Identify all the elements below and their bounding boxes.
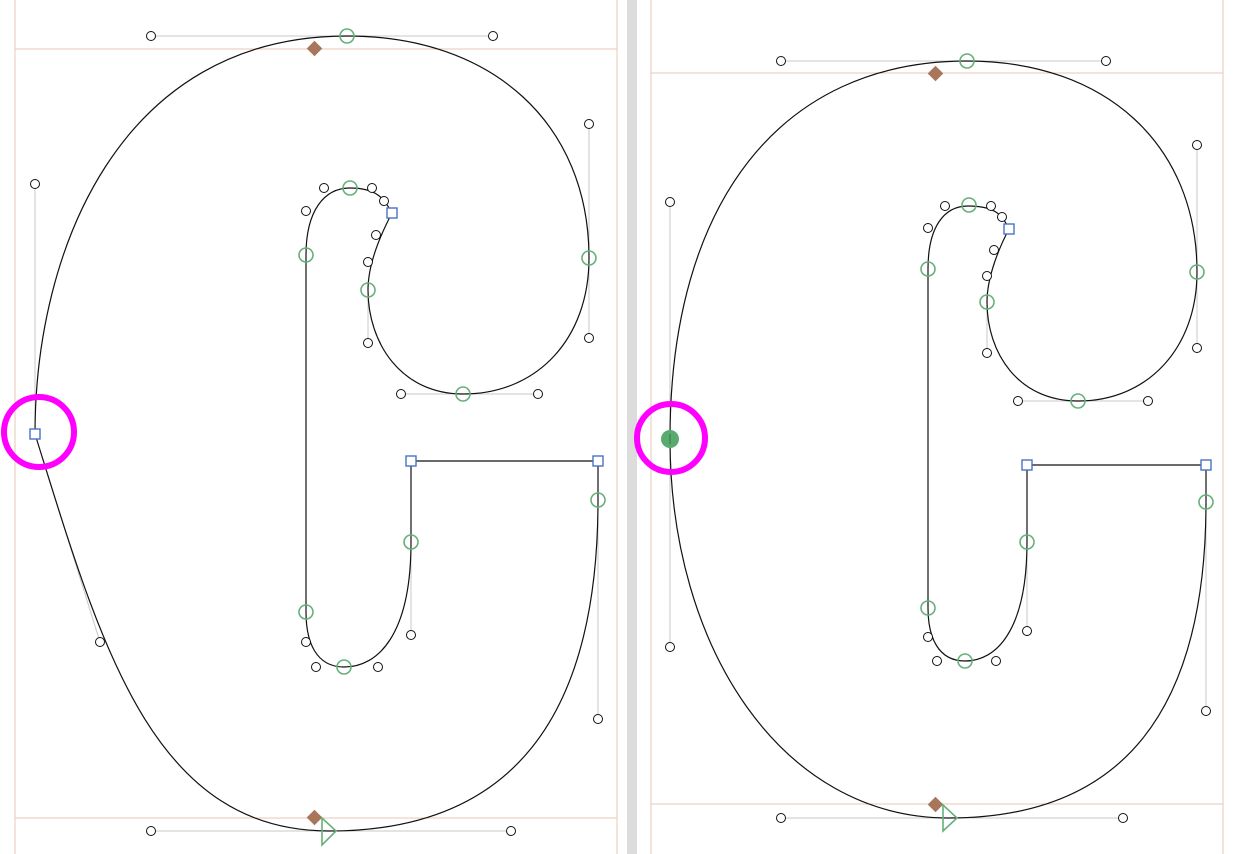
left-anchors[interactable] <box>306 40 323 826</box>
off-curve-handle-icon[interactable] <box>1101 56 1111 66</box>
right-metric-lines <box>650 0 1224 854</box>
off-curve-handle-icon[interactable] <box>95 637 105 647</box>
off-curve-handle-icon[interactable] <box>584 333 594 343</box>
off-curve-handle-icon[interactable] <box>371 230 381 240</box>
off-curve-handle-icon[interactable] <box>379 196 389 206</box>
off-curve-handle-icon[interactable] <box>665 197 675 207</box>
corner-node-icon[interactable] <box>1003 223 1015 235</box>
off-curve-handle-icon[interactable] <box>665 642 675 652</box>
off-curve-handle-icon[interactable] <box>584 119 594 129</box>
corner-node-icon[interactable] <box>29 428 41 440</box>
anchor-diamond-icon[interactable] <box>927 65 944 82</box>
left-smooth-nodes[interactable] <box>298 28 606 675</box>
anchor-diamond-icon[interactable] <box>306 809 323 826</box>
off-curve-handle-icon[interactable] <box>1192 140 1202 150</box>
right-corner-nodes[interactable] <box>1003 223 1212 471</box>
off-curve-handle-icon[interactable] <box>301 637 311 647</box>
off-curve-handle-icon[interactable] <box>1143 396 1153 406</box>
off-curve-handle-icon[interactable] <box>923 632 933 642</box>
left-glyph-panel[interactable] <box>1 0 618 854</box>
left-offcurve-handles[interactable] <box>30 31 603 836</box>
smooth-node-icon[interactable] <box>961 197 977 213</box>
off-curve-handle-icon[interactable] <box>982 348 992 358</box>
off-curve-handle-icon[interactable] <box>488 31 498 41</box>
corner-node-icon[interactable] <box>592 455 604 467</box>
corner-node-icon[interactable] <box>386 207 398 219</box>
anchor-diamond-icon[interactable] <box>927 796 944 813</box>
off-curve-handle-icon[interactable] <box>593 714 603 724</box>
off-curve-handle-icon[interactable] <box>406 630 416 640</box>
right-anchors[interactable] <box>927 65 944 813</box>
off-curve-handle-icon[interactable] <box>982 271 992 281</box>
off-curve-handle-icon[interactable] <box>363 257 373 267</box>
corner-node-icon[interactable] <box>1200 459 1212 471</box>
off-curve-handle-icon[interactable] <box>1201 706 1211 716</box>
off-curve-handle-icon[interactable] <box>30 179 40 189</box>
off-curve-handle-icon[interactable] <box>311 662 321 672</box>
off-curve-handle-icon[interactable] <box>1192 343 1202 353</box>
off-curve-handle-icon[interactable] <box>932 656 942 666</box>
left-corner-nodes[interactable] <box>29 207 604 467</box>
off-curve-handle-icon[interactable] <box>997 212 1007 222</box>
off-curve-handle-icon[interactable] <box>989 245 999 255</box>
off-curve-handle-icon[interactable] <box>396 389 406 399</box>
off-curve-handle-icon[interactable] <box>991 656 1001 666</box>
left-metric-lines <box>14 0 618 854</box>
off-curve-handle-icon[interactable] <box>301 206 311 216</box>
off-curve-handle-icon[interactable] <box>367 183 377 193</box>
off-curve-handle-icon[interactable] <box>940 201 950 211</box>
left-glyph-outer-contour[interactable] <box>34 35 599 832</box>
right-glyph-panel[interactable] <box>634 0 1224 854</box>
right-handle-lines <box>669 60 1207 819</box>
off-curve-handle-icon[interactable] <box>1118 813 1128 823</box>
off-curve-handle-icon[interactable] <box>776 813 786 823</box>
corner-node-icon[interactable] <box>1021 459 1033 471</box>
off-curve-handle-icon[interactable] <box>373 662 383 672</box>
corner-node-icon[interactable] <box>405 455 417 467</box>
right-glyph-outer-contour[interactable] <box>669 60 1207 819</box>
off-curve-handle-icon[interactable] <box>1022 626 1032 636</box>
off-curve-handle-icon[interactable] <box>146 31 156 41</box>
glyph-editor-canvas[interactable] <box>0 0 1236 854</box>
left-handle-lines <box>34 35 599 832</box>
off-curve-handle-icon[interactable] <box>146 826 156 836</box>
off-curve-handle-icon[interactable] <box>1013 396 1023 406</box>
off-curve-handle-icon[interactable] <box>363 338 373 348</box>
right-smooth-nodes[interactable] <box>920 53 1214 669</box>
off-curve-handle-icon[interactable] <box>986 201 996 211</box>
off-curve-handle-icon[interactable] <box>923 223 933 233</box>
off-curve-handle-icon[interactable] <box>533 389 543 399</box>
off-curve-handle-icon[interactable] <box>776 56 786 66</box>
anchor-diamond-icon[interactable] <box>306 40 323 57</box>
off-curve-handle-icon[interactable] <box>506 826 516 836</box>
panel-divider <box>627 0 637 854</box>
off-curve-handle-icon[interactable] <box>319 183 329 193</box>
